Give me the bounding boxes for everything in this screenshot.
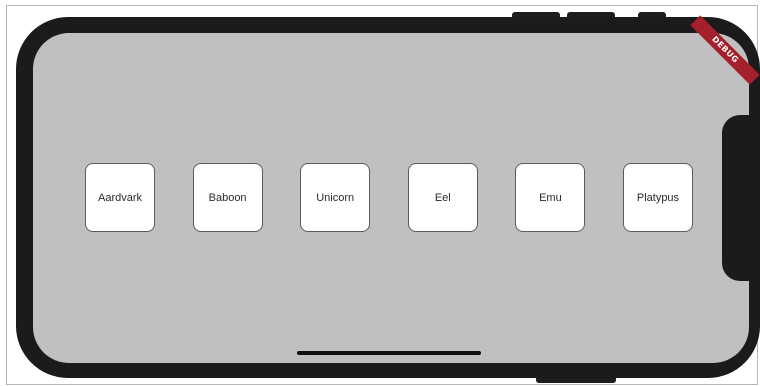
animal-card-emu[interactable]: Emu (515, 163, 586, 232)
animal-card-label: Eel (434, 191, 451, 204)
animal-card-label: Baboon (208, 191, 247, 204)
animal-card-label: Aardvark (97, 191, 143, 204)
animal-card-label: Unicorn (316, 191, 355, 204)
animal-card-eel[interactable]: Eel (407, 163, 478, 232)
animal-card-baboon[interactable]: Baboon (192, 163, 263, 232)
home-indicator[interactable] (297, 351, 481, 355)
animal-card-label: Platypus (636, 191, 680, 204)
device-canvas: DEBUG Aardvark Baboon Unicorn Eel Emu Pl… (0, 0, 760, 386)
device-notch (722, 115, 760, 281)
animal-card-platypus[interactable]: Platypus (622, 163, 693, 232)
animal-card-row: Aardvark Baboon Unicorn Eel Emu Platypus (85, 162, 693, 233)
animal-card-label: Emu (539, 191, 562, 204)
animal-card-aardvark[interactable]: Aardvark (85, 163, 155, 232)
animal-card-unicorn[interactable]: Unicorn (300, 163, 371, 232)
